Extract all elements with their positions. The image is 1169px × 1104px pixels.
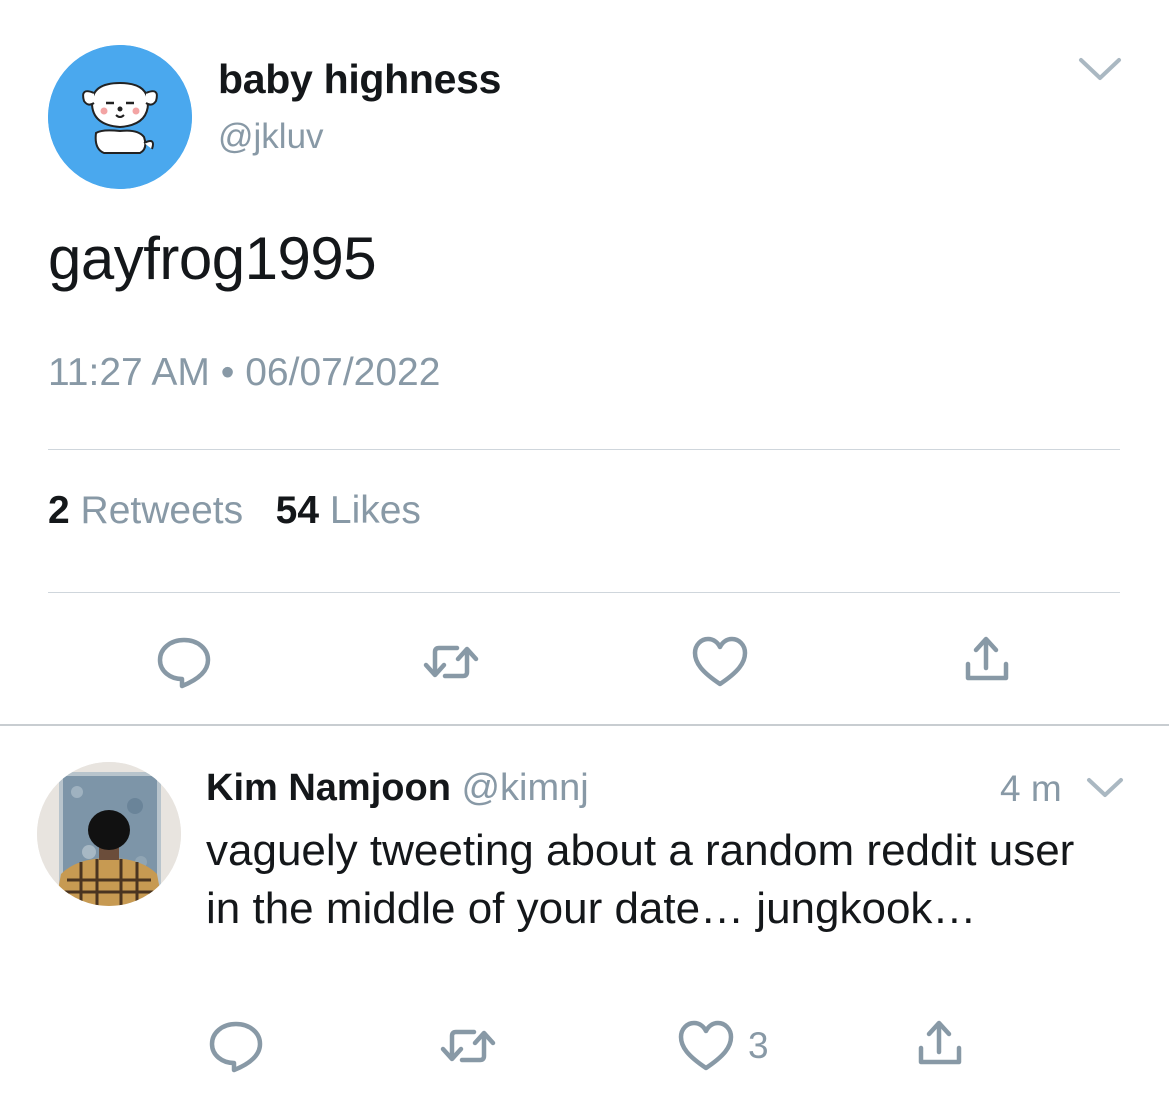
cartoon-dog-icon	[48, 45, 192, 189]
like-label: Likes	[329, 489, 421, 532]
chevron-down-icon[interactable]	[1077, 54, 1123, 84]
retweet-icon[interactable]	[438, 1018, 498, 1074]
tweet-time: 11:27 AM	[48, 351, 210, 394]
retweet-icon[interactable]	[421, 634, 481, 690]
avatar[interactable]	[48, 45, 192, 189]
tweet-stats: 2 Retweets 54 Likes	[48, 488, 421, 534]
likes-stat[interactable]: 54 Likes	[276, 489, 421, 532]
retweet-label: Retweets	[80, 489, 244, 532]
tweet-timestamp: 11:27 AM • 06/07/2022	[48, 350, 440, 396]
meta-separator: •	[220, 351, 235, 394]
chevron-down-icon[interactable]	[1085, 775, 1125, 801]
retweets-stat[interactable]: 2 Retweets	[48, 489, 243, 532]
like-icon[interactable]	[676, 1018, 736, 1074]
reply-timestamp: 4 m	[1000, 768, 1062, 809]
reply-author[interactable]: Kim Namjoon @kimnj	[206, 764, 589, 812]
reply-icon[interactable]	[154, 634, 214, 690]
divider	[48, 592, 1120, 593]
reply-author-handle: @kimnj	[461, 767, 589, 809]
retweet-count: 2	[48, 489, 70, 532]
reply-icon[interactable]	[206, 1018, 266, 1074]
person-photo-icon	[37, 762, 181, 906]
like-icon[interactable]	[690, 634, 750, 690]
like-count: 54	[275, 489, 320, 532]
avatar[interactable]	[37, 762, 181, 906]
reply-text: vaguely tweeting about a random reddit u…	[206, 826, 1075, 933]
share-icon[interactable]	[910, 1018, 970, 1074]
tweet-text: gayfrog1995	[48, 225, 377, 292]
reply-author-name: Kim Namjoon	[206, 767, 451, 809]
author-handle[interactable]: @jkluv	[218, 116, 324, 158]
author-name[interactable]: baby highness	[218, 55, 501, 103]
reply-like-count: 3	[748, 1025, 769, 1066]
share-icon[interactable]	[957, 634, 1017, 690]
tweet-date: 06/07/2022	[245, 351, 441, 394]
divider	[48, 449, 1120, 450]
divider	[0, 724, 1169, 726]
